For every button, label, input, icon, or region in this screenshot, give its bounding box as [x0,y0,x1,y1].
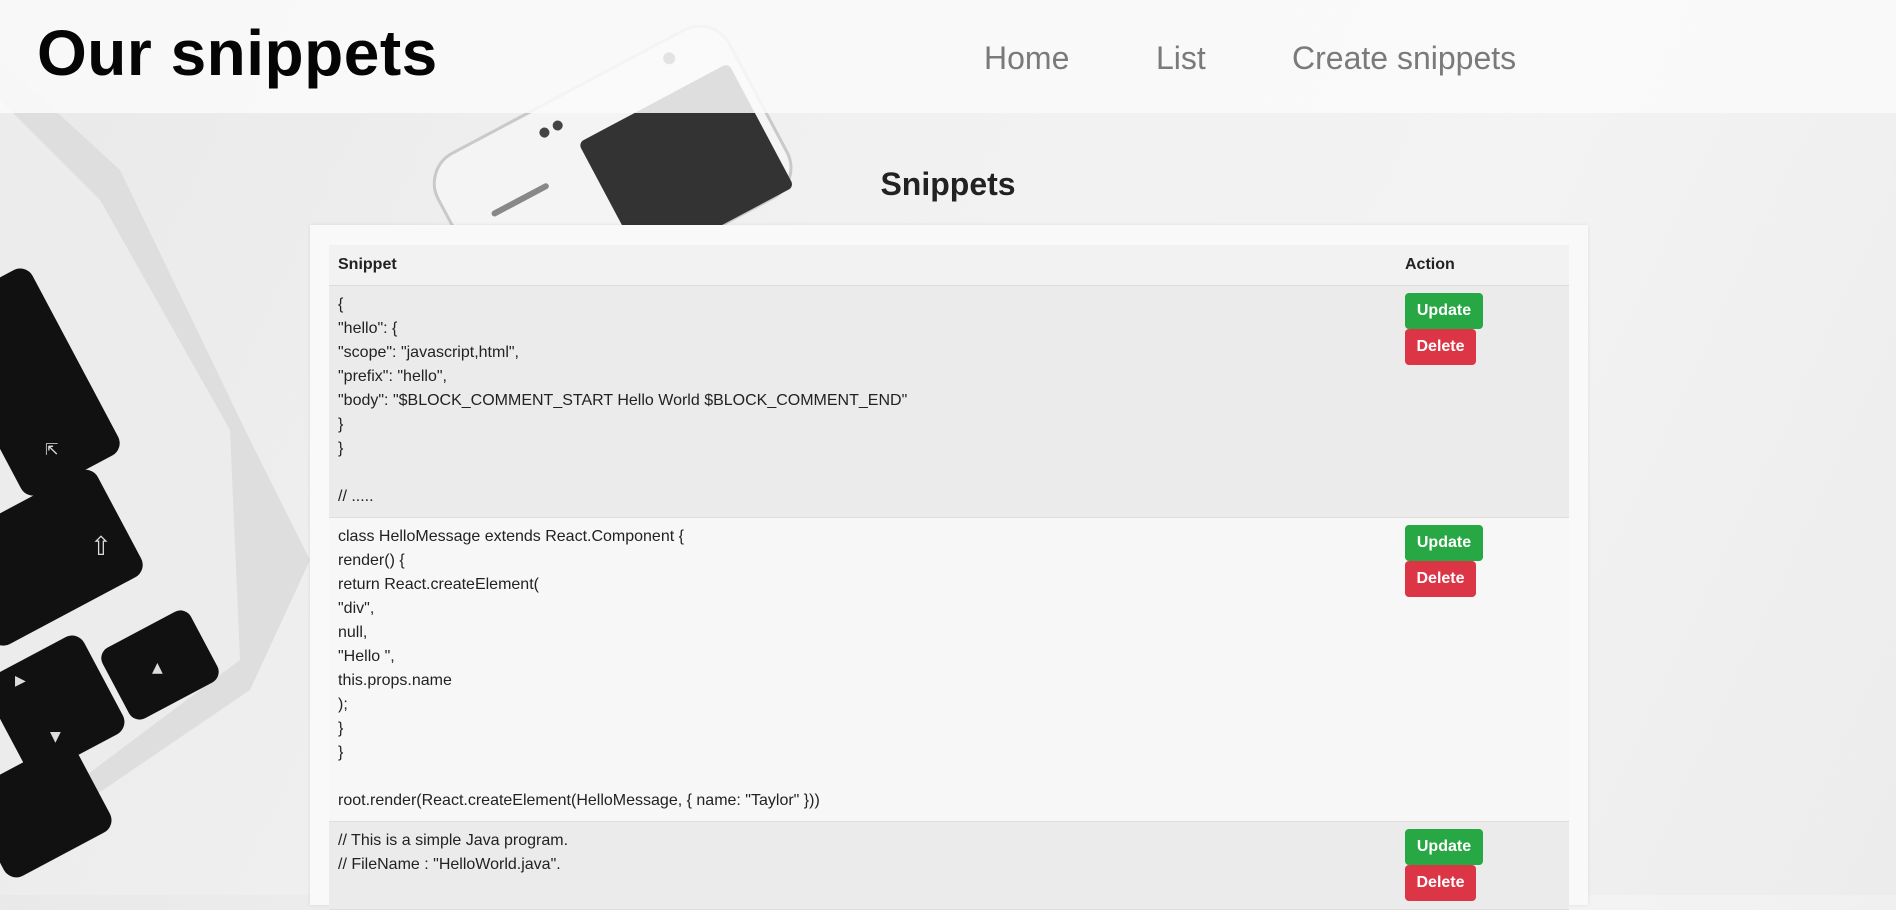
svg-text:⇧: ⇧ [90,532,112,562]
row-actions: UpdateDelete [1396,517,1569,822]
update-button[interactable]: Update [1405,829,1483,865]
page-heading: Snippets [880,166,1016,202]
column-header-snippet: Snippet [329,245,1396,286]
snippet-code: // This is a simple Java program. // Fil… [329,821,1396,910]
row-actions: UpdateDelete [1396,821,1569,910]
nav-list-link[interactable]: List [1156,40,1206,77]
site-header: Our snippets Home List Create snippets [0,0,1896,113]
snippets-panel: Snippet Action { "hello": { "scope": "ja… [310,225,1588,910]
update-button[interactable]: Update [1405,293,1483,329]
snippet-code: { "hello": { "scope": "javascript,html",… [329,285,1396,518]
snippets-table: Snippet Action { "hello": { "scope": "ja… [329,245,1569,910]
column-header-action: Action [1396,245,1569,286]
nav-home-link[interactable]: Home [984,40,1069,77]
svg-text:▶: ▶ [15,673,26,689]
table-row: // This is a simple Java program. // Fil… [329,821,1569,910]
row-actions: UpdateDelete [1396,285,1569,518]
snippet-code: class HelloMessage extends React.Compone… [329,517,1396,822]
main-nav: Home List Create snippets [0,40,1896,84]
nav-create-snippets-link[interactable]: Create snippets [1292,40,1516,77]
delete-button[interactable]: Delete [1405,329,1476,365]
table-row: class HelloMessage extends React.Compone… [329,517,1569,822]
svg-text:▼: ▼ [50,729,61,745]
delete-button[interactable]: Delete [1405,865,1476,901]
table-row: { "hello": { "scope": "javascript,html",… [329,285,1569,518]
update-button[interactable]: Update [1405,525,1483,561]
svg-text:▲: ▲ [152,660,163,676]
svg-text:⇱: ⇱ [45,440,58,459]
delete-button[interactable]: Delete [1405,561,1476,597]
table-header-row: Snippet Action [329,245,1569,286]
